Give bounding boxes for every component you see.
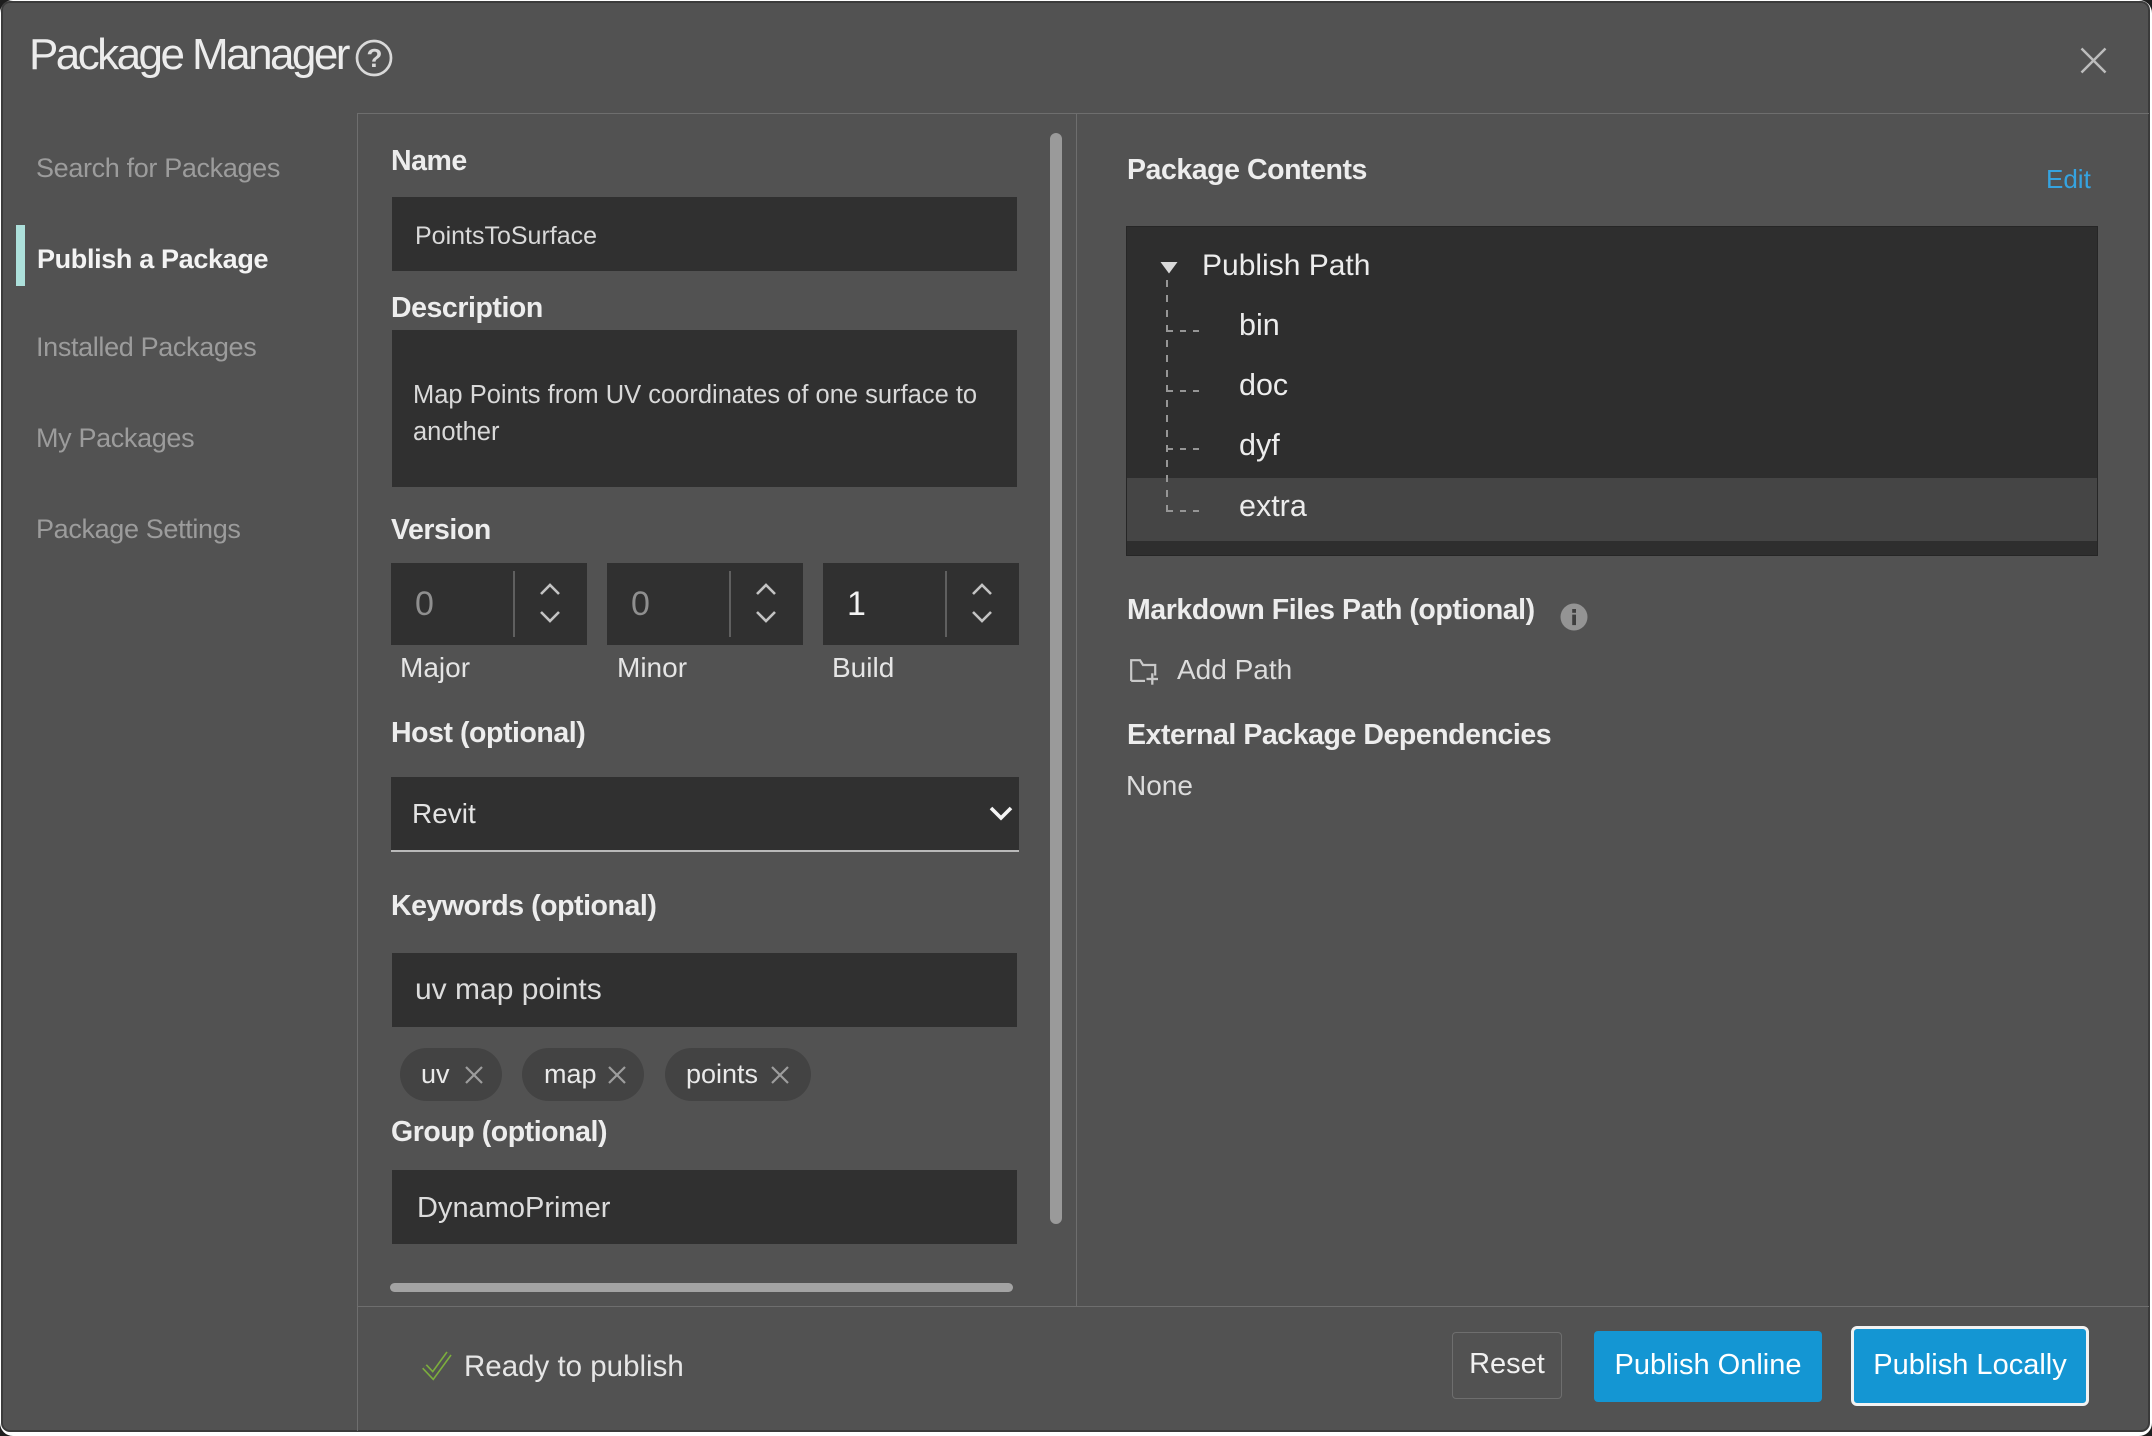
svg-text:?: ? [367,43,383,73]
